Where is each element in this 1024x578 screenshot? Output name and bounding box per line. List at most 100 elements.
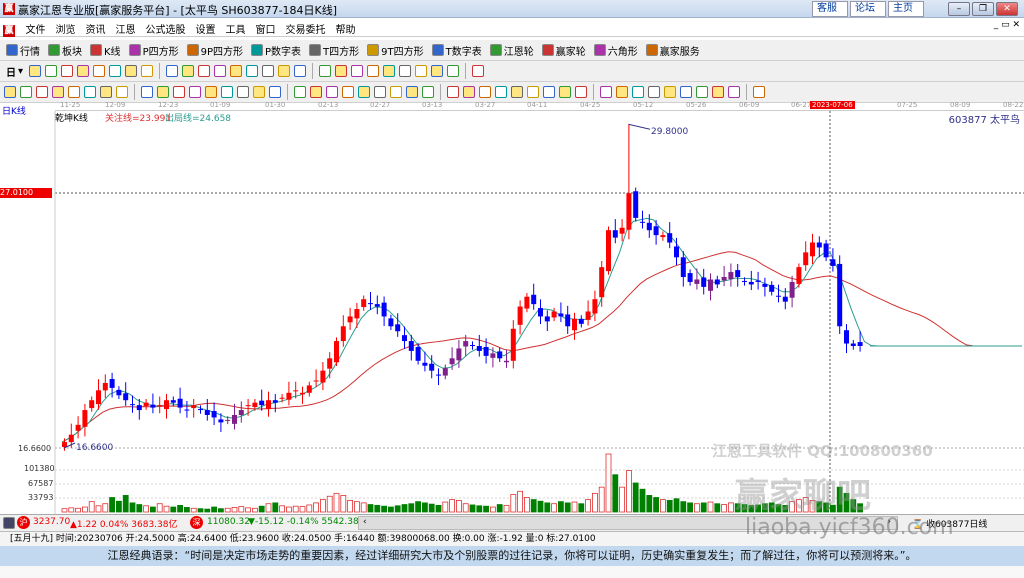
v-icon[interactable] [406,86,418,98]
window-icon[interactable] [326,86,338,98]
customer-service-link[interactable]: 客服 [812,1,848,17]
flag-icon[interactable] [125,65,138,77]
taichi-icon[interactable] [728,86,740,98]
line-b-icon[interactable] [616,86,628,98]
expand-icon[interactable] [246,65,259,77]
home-link[interactable]: 主页 [888,1,924,17]
zoom-out-icon[interactable] [230,65,243,77]
pen-icon[interactable] [4,86,16,98]
circle-icon[interactable] [116,86,128,98]
line-g-icon[interactable] [696,86,708,98]
scroll-left-button[interactable]: ‹ [363,517,367,527]
up-icon[interactable] [278,65,291,77]
infinity-icon[interactable] [753,86,765,98]
fan-icon[interactable] [68,86,80,98]
gold-coin-icon[interactable] [543,86,555,98]
crosshair-icon[interactable] [335,65,348,77]
menu-item[interactable]: 交易委托 [281,18,331,39]
forum-link[interactable]: 论坛 [850,1,886,17]
right-icon[interactable] [198,65,211,77]
shrink-icon[interactable] [262,65,275,77]
line-a-icon[interactable] [600,86,612,98]
pattern-icon[interactable] [358,86,370,98]
menu-item[interactable]: 文件 [21,18,51,39]
chain-icon[interactable] [29,65,42,77]
chart-down-icon[interactable] [77,65,90,77]
toolbar-button[interactable]: T数字表 [430,43,484,58]
table-icon[interactable] [422,86,434,98]
wave-icon[interactable] [237,86,249,98]
section-icon[interactable] [367,65,380,77]
pct2-icon[interactable] [527,86,539,98]
line-tool-icon[interactable] [351,65,364,77]
price-icon[interactable] [269,86,281,98]
restore-button[interactable]: ❐ [972,2,994,16]
percent-icon[interactable] [109,65,122,77]
menu-item[interactable]: 公式选股 [141,18,191,39]
lines-icon[interactable] [141,86,153,98]
candle-icon[interactable] [93,65,106,77]
mdi-controls[interactable]: _ ▭ ✕ [994,20,1020,30]
split-icon[interactable] [310,86,322,98]
grid-icon[interactable] [20,86,32,98]
toolbar-button[interactable]: 9T四方形 [365,43,425,58]
n2-icon[interactable] [157,86,169,98]
gold2-icon[interactable] [52,86,64,98]
calculator-icon[interactable] [415,65,428,77]
toolbar-button[interactable]: 江恩轮 [488,43,536,58]
book-icon[interactable] [431,65,444,77]
toolbar-button[interactable]: 行情 [4,43,42,58]
gold-line-icon[interactable] [559,86,571,98]
gold-icon[interactable] [36,86,48,98]
layout-icon[interactable] [383,65,396,77]
arc-icon[interactable] [84,86,96,98]
close-button[interactable]: ✕ [996,2,1018,16]
left-icon[interactable] [182,65,195,77]
toolbar-button[interactable]: 9P四方形 [185,43,245,58]
save-icon[interactable] [447,65,460,77]
calc-icon[interactable] [399,65,412,77]
line-d-icon[interactable] [648,86,660,98]
toolbar-button[interactable]: P四方形 [127,43,181,58]
time-icon[interactable] [253,86,265,98]
box-icon[interactable] [221,86,233,98]
triangle-icon[interactable] [100,86,112,98]
square-grid-icon[interactable] [294,86,306,98]
line-f-icon[interactable] [680,86,692,98]
down-icon[interactable] [294,65,307,77]
menu-item[interactable]: 江恩 [111,18,141,39]
line-h-icon[interactable] [712,86,724,98]
table2-icon[interactable] [447,86,459,98]
percent-icon[interactable] [511,86,523,98]
toolbar-button[interactable]: T四方形 [307,43,361,58]
menu-item[interactable]: 设置 [191,18,221,39]
star-icon[interactable] [205,86,217,98]
calculator-icon[interactable] [3,517,15,529]
line-e-icon[interactable] [664,86,676,98]
toolbar-button[interactable]: 六角形 [592,43,640,58]
toolbar-button[interactable]: P数字表 [249,43,303,58]
fan-lines-icon[interactable] [342,86,354,98]
truck-icon[interactable] [472,65,485,77]
last-icon[interactable] [166,65,179,77]
chart-up-icon[interactable] [61,65,74,77]
target-icon[interactable] [189,86,201,98]
pattern2-icon[interactable] [374,86,386,98]
lines2-icon[interactable] [463,86,475,98]
period-select[interactable]: 日 ▾ [4,64,25,79]
line-c-icon[interactable] [632,86,644,98]
calendar-icon[interactable] [45,65,58,77]
angle2-icon[interactable] [390,86,402,98]
pct-line-icon[interactable] [495,86,507,98]
first-icon[interactable] [141,65,154,77]
menu-item[interactable]: 浏览 [51,18,81,39]
menu-item[interactable]: 资讯 [81,18,111,39]
menu-item[interactable]: 工具 [221,18,251,39]
toolbar-button[interactable]: 板块 [46,43,84,58]
zoom-in-icon[interactable] [214,65,227,77]
horizontal-scrollbar[interactable]: ‹ › [358,516,898,530]
bar-icon[interactable] [479,86,491,98]
arrow-line-icon[interactable] [575,86,587,98]
menu-item[interactable]: 帮助 [331,18,361,39]
toolbar-button[interactable]: 赢家轮 [540,43,588,58]
